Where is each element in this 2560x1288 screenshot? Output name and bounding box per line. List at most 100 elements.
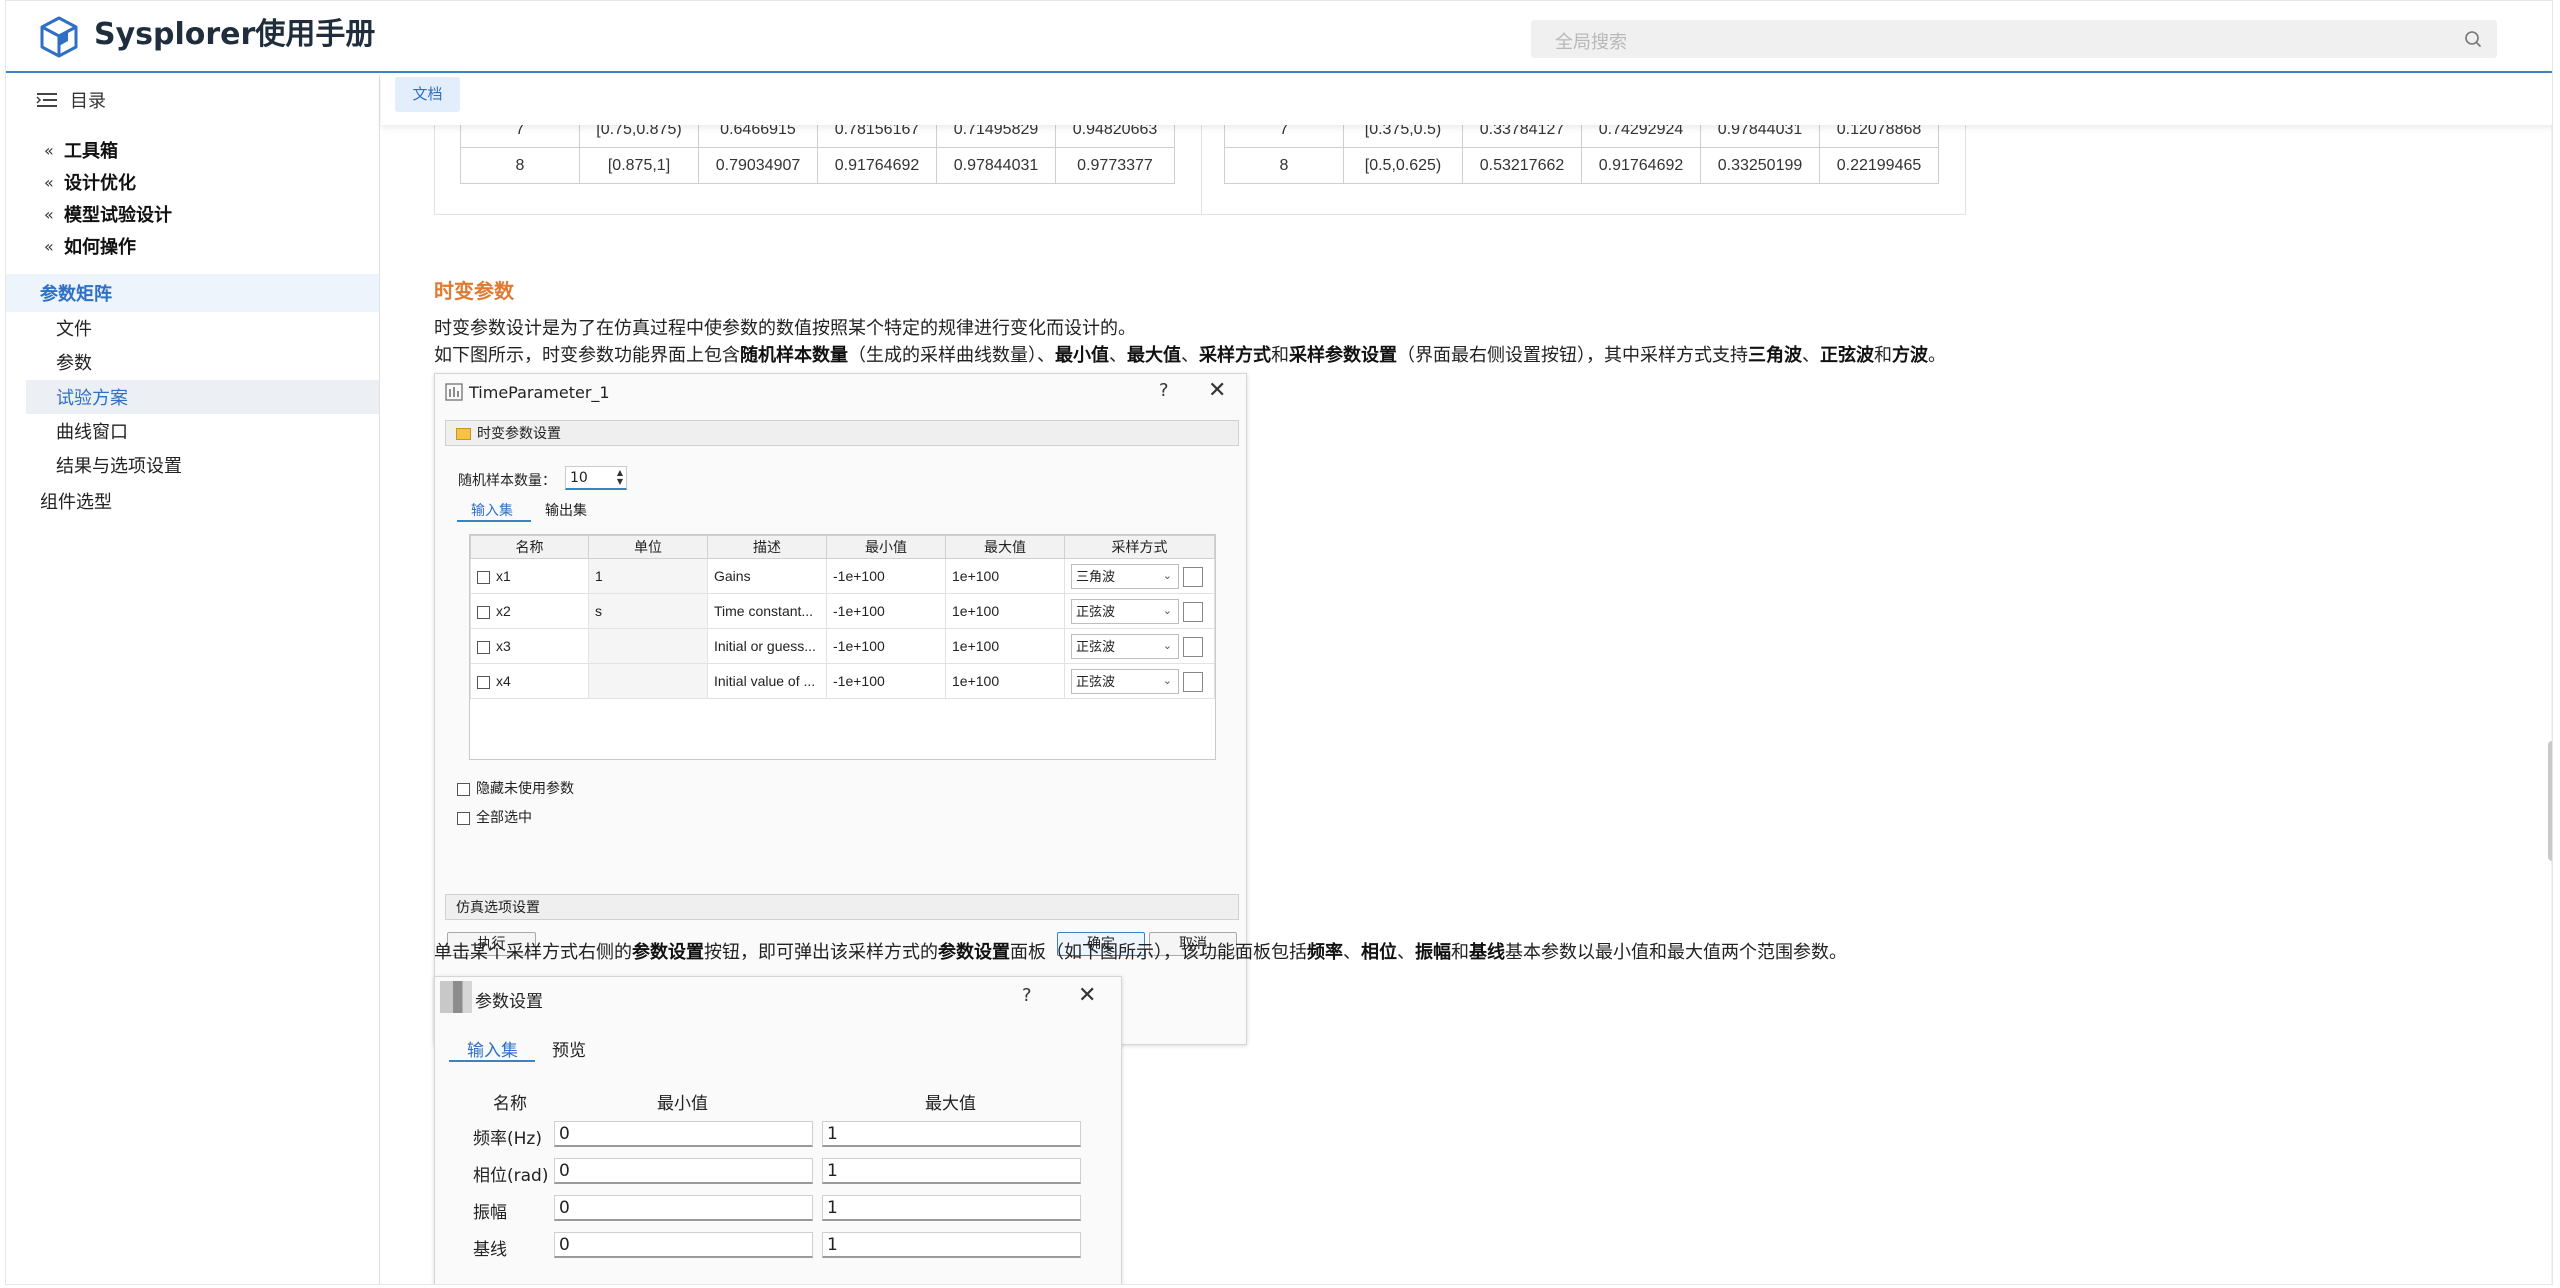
row-checkbox[interactable] xyxy=(477,605,490,619)
global-search-input[interactable]: 全局搜索 xyxy=(1531,20,2497,58)
table-row[interactable]: x3 Initial or guess... -1e+100 1e+100 正弦… xyxy=(470,628,1215,664)
table-cell: 7 xyxy=(460,125,580,148)
text-run: 按钮，即可弹出该采样方式的 xyxy=(704,942,938,963)
name-cell[interactable]: x3 xyxy=(470,628,589,664)
bold-run: 方波 xyxy=(1892,345,1928,366)
row-checkbox[interactable] xyxy=(477,675,490,689)
max-cell[interactable]: 1e+100 xyxy=(945,593,1065,629)
table-cell: 0.53217662 xyxy=(1462,147,1582,184)
param-grid: 名称 单位 描述 最小值 最大值 采样方式 x1 1 Gains -1e+100… xyxy=(470,535,1215,699)
sidebar-item-param-matrix[interactable]: 参数矩阵 xyxy=(40,280,112,306)
baseline-max-input[interactable]: 1 xyxy=(822,1232,1081,1258)
table-row[interactable]: x4 Initial value of ... -1e+100 1e+100 正… xyxy=(470,663,1215,699)
settings-list-icon[interactable] xyxy=(1182,601,1203,622)
frequency-max-input[interactable]: 1 xyxy=(822,1121,1081,1147)
text-run: 如下图所示，时变参数功能界面上包含 xyxy=(434,345,740,366)
scrollbar-track[interactable] xyxy=(2551,125,2552,1284)
max-cell[interactable]: 1e+100 xyxy=(945,628,1065,664)
sample-count-spinner[interactable]: 10 ▲ ▼ xyxy=(565,466,627,490)
sampling-mode-select[interactable]: 正弦波 ⌄ xyxy=(1071,598,1179,624)
sampling-mode-select[interactable]: 三角波 ⌄ xyxy=(1071,563,1179,589)
row-label-frequency: 频率(Hz) xyxy=(473,1129,542,1149)
sidebar-item-param[interactable]: 参数 xyxy=(56,349,92,375)
col-header: 单位 xyxy=(588,535,708,559)
baseline-min-input[interactable]: 0 xyxy=(554,1232,813,1258)
col-header: 最大值 xyxy=(945,535,1065,559)
settings-list-icon[interactable] xyxy=(1182,636,1203,657)
checkbox-box[interactable] xyxy=(457,811,470,825)
param-name: x3 xyxy=(496,638,511,654)
site-title[interactable]: Sysplorer使用手册 xyxy=(94,15,375,55)
sim-options-header[interactable]: 仿真选项设置 xyxy=(445,894,1239,920)
max-cell[interactable]: 1e+100 xyxy=(945,663,1065,699)
tab-preview[interactable]: 预览 xyxy=(552,1036,586,1061)
table-cell: 0.97844031 xyxy=(936,147,1056,184)
text-run: 和 xyxy=(1271,345,1289,366)
max-cell[interactable]: 1e+100 xyxy=(945,558,1065,594)
sampling-mode-select[interactable]: 正弦波 ⌄ xyxy=(1071,633,1179,659)
select-all-checkbox[interactable]: 全部选中 xyxy=(457,807,532,827)
row-checkbox[interactable] xyxy=(477,570,490,584)
table-row[interactable]: x1 1 Gains -1e+100 1e+100 三角波 ⌄ xyxy=(470,558,1215,594)
toc-label: 目录 xyxy=(70,91,106,112)
spin-up-icon[interactable]: ▲ xyxy=(617,468,623,477)
hide-unused-checkbox[interactable]: 隐藏未使用参数 xyxy=(457,778,574,798)
sidebar-group-toolbox[interactable]: « 工具箱 xyxy=(44,137,118,163)
table-row: 7 [0.375,0.5) 0.33784127 0.74292924 0.97… xyxy=(1224,125,1939,148)
sidebar-group-doe[interactable]: « 模型试验设计 xyxy=(44,201,172,227)
amplitude-min-input[interactable]: 0 xyxy=(554,1195,813,1221)
table-cell: 8 xyxy=(1224,147,1344,184)
col-header-max: 最大值 xyxy=(925,1094,976,1114)
sample-count-label: 随机样本数量： xyxy=(458,473,556,489)
bold-run: 正弦波 xyxy=(1820,345,1874,366)
sidebar-item-curve-window[interactable]: 曲线窗口 xyxy=(56,418,128,444)
sidebar-group-label: 如何操作 xyxy=(64,237,136,258)
search-icon[interactable] xyxy=(2463,29,2483,49)
phase-max-input[interactable]: 1 xyxy=(822,1158,1081,1184)
tab-input-set[interactable]: 输入集 xyxy=(471,500,513,520)
row-checkbox[interactable] xyxy=(477,640,490,654)
toc-toggle[interactable]: 目录 xyxy=(36,87,106,113)
text-run: 。 xyxy=(1928,345,1946,366)
sidebar-item-file[interactable]: 文件 xyxy=(56,315,92,341)
name-cell[interactable]: x1 xyxy=(470,558,589,594)
spin-down-icon[interactable]: ▼ xyxy=(617,477,623,486)
min-cell[interactable]: -1e+100 xyxy=(826,628,946,664)
amplitude-max-input[interactable]: 1 xyxy=(822,1195,1081,1221)
settings-list-icon[interactable] xyxy=(1182,671,1203,692)
tab-document[interactable]: 文档 xyxy=(395,77,460,112)
min-cell[interactable]: -1e+100 xyxy=(826,663,946,699)
unit-cell: s xyxy=(588,593,708,629)
table-row[interactable]: x2 s Time constant... -1e+100 1e+100 正弦波… xyxy=(470,593,1215,629)
sidebar-group-design-opt[interactable]: « 设计优化 xyxy=(44,169,136,195)
help-button[interactable]: ? xyxy=(1159,380,1169,401)
chart-icon xyxy=(445,383,463,401)
sidebar-item-component[interactable]: 组件选型 xyxy=(40,488,112,514)
sampling-mode-select[interactable]: 正弦波 ⌄ xyxy=(1071,668,1179,694)
help-button[interactable]: ? xyxy=(1022,985,1032,1006)
unit-cell: 1 xyxy=(588,558,708,594)
sidebar: 目录 « 工具箱 « 设计优化 « 模型试验设计 « 如何操作 参数矩阵 文件 … xyxy=(6,75,380,1284)
row-label-phase: 相位(rad) xyxy=(473,1166,549,1186)
tab-output-set[interactable]: 输出集 xyxy=(545,500,587,520)
desc-cell: Time constant... xyxy=(707,593,827,629)
name-cell[interactable]: x4 xyxy=(470,663,589,699)
min-cell[interactable]: -1e+100 xyxy=(826,558,946,594)
sidebar-item-results[interactable]: 结果与选项设置 xyxy=(56,452,182,478)
sidebar-group-howto[interactable]: « 如何操作 xyxy=(44,233,136,259)
name-cell[interactable]: x2 xyxy=(470,593,589,629)
close-button[interactable]: ✕ xyxy=(1078,983,1096,1008)
sidebar-item-test-plan[interactable]: 试验方案 xyxy=(56,384,128,410)
close-button[interactable]: ✕ xyxy=(1208,378,1226,403)
col-header-name: 名称 xyxy=(493,1094,527,1114)
phase-min-input[interactable]: 0 xyxy=(554,1158,813,1184)
bold-run: 采样方式 xyxy=(1199,345,1271,366)
frequency-min-input[interactable]: 0 xyxy=(554,1121,813,1147)
doc-tab-bar: 文档 xyxy=(381,75,2552,125)
checkbox-box[interactable] xyxy=(457,782,470,796)
scrollbar-thumb[interactable] xyxy=(2548,741,2552,861)
min-cell[interactable]: -1e+100 xyxy=(826,593,946,629)
table-cell: 0.71495829 xyxy=(936,125,1056,148)
tab-input-set[interactable]: 输入集 xyxy=(467,1036,518,1061)
settings-list-icon[interactable] xyxy=(1182,566,1203,587)
